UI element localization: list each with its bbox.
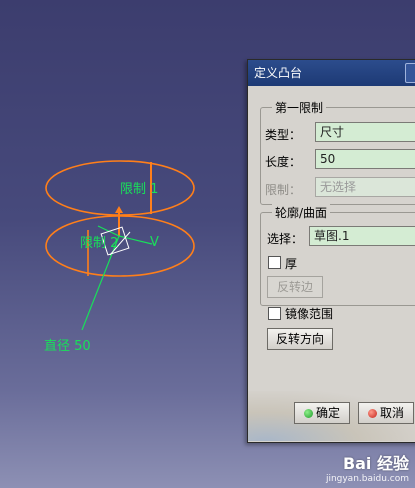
cancel-label: 取消	[379, 406, 404, 420]
length-label: 长度：	[265, 155, 302, 169]
ok-button[interactable]: 确定	[294, 402, 350, 424]
direction-arrow-head	[115, 206, 123, 213]
selection-label: 选择：	[267, 232, 304, 246]
dialog-title: 定义凸台	[254, 66, 303, 80]
cancel-icon	[367, 409, 377, 418]
ok-icon	[303, 409, 313, 418]
selection-field[interactable]: 草图.1	[309, 226, 415, 246]
mirror-extent-label: 镜像范围	[285, 307, 334, 321]
limit1-label: 限制 1	[120, 182, 159, 197]
sketch-geometry	[45, 160, 195, 331]
ok-label: 确定	[315, 406, 340, 420]
window-menu-icon[interactable]	[405, 63, 415, 83]
profile-title: 轮廓/曲面	[272, 204, 331, 221]
v-axis-label: V	[150, 235, 159, 250]
type-select[interactable]: 尺寸	[315, 122, 415, 142]
thick-label: 厚	[285, 257, 298, 271]
limit-select: 无选择	[315, 177, 415, 197]
watermark-brand: Bai 经验	[342, 454, 409, 473]
baidu-watermark: Bai 经验 jingyan.baidu.com	[326, 450, 409, 484]
type-label: 类型：	[265, 128, 302, 142]
reverse-side-button: 反转边	[267, 276, 323, 298]
reverse-direction-button[interactable]: 反转方向	[267, 328, 333, 350]
dialog-titlebar[interactable]: 定义凸台	[248, 60, 415, 86]
mirror-extent-checkbox[interactable]	[268, 307, 281, 320]
limit2-label: 限制 2	[80, 236, 119, 251]
watermark-url: jingyan.baidu.com	[325, 474, 409, 484]
diameter-dimension-label[interactable]: 直径 50	[44, 335, 91, 354]
thick-checkbox[interactable]	[268, 256, 281, 269]
define-pad-dialog: 定义凸台 第一限制 类型： 尺寸 长度： 50 限制： 无选择 轮廓/曲面 选择…	[247, 59, 415, 443]
v-axis	[118, 235, 153, 245]
limit-label: 限制：	[265, 183, 302, 197]
cancel-button[interactable]: 取消	[358, 402, 414, 424]
first-limit-title: 第一限制	[272, 99, 327, 116]
length-input[interactable]: 50	[315, 149, 415, 169]
dialog-footer: 确定 取消	[248, 391, 415, 441]
